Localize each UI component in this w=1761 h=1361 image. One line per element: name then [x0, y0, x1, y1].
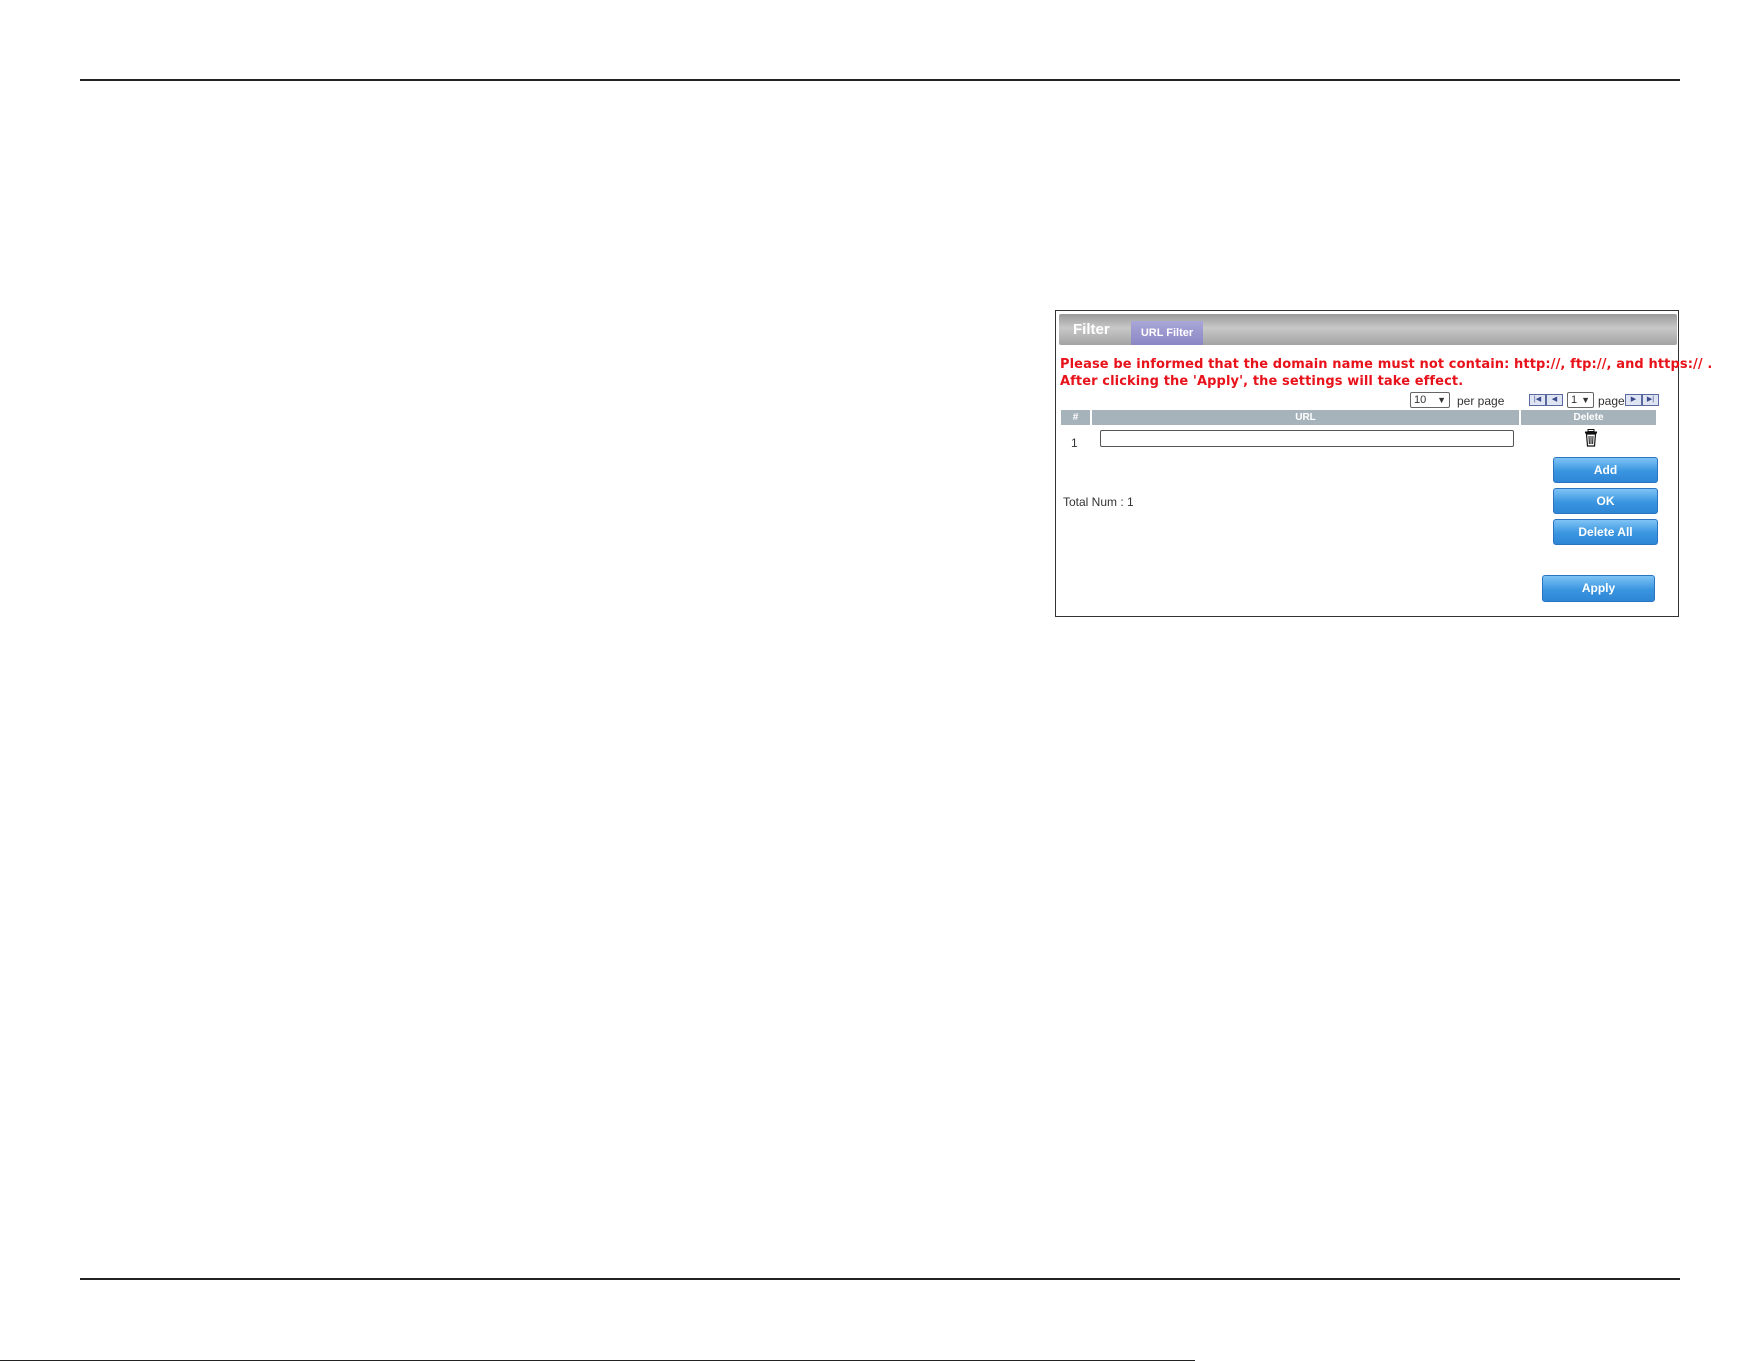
url-input[interactable] [1100, 430, 1514, 447]
apply-button[interactable]: Apply [1542, 575, 1655, 602]
panel-title: Filter [1073, 321, 1110, 338]
prev-page-icon[interactable]: ◀ [1546, 394, 1563, 406]
top-rule [80, 79, 1680, 81]
pager: 10 ▼ per page |◀ ◀ 1 ▼ page ▶ ▶| [1056, 391, 1678, 409]
panel-header: Filter URL Filter [1059, 314, 1677, 345]
per-page-value: 10 [1414, 394, 1427, 406]
delete-all-button[interactable]: Delete All [1553, 519, 1658, 545]
chevron-down-icon: ▼ [1437, 395, 1446, 405]
last-page-icon[interactable]: ▶| [1642, 394, 1659, 406]
per-page-select[interactable]: 10 ▼ [1410, 392, 1450, 408]
next-page-icon[interactable]: ▶ [1625, 394, 1642, 406]
column-header-url: URL [1092, 410, 1519, 425]
total-label: Total Num : [1063, 495, 1124, 509]
tab-url-filter[interactable]: URL Filter [1131, 321, 1203, 345]
total-value: 1 [1127, 495, 1134, 509]
trash-icon[interactable] [1584, 429, 1598, 447]
row-number: 1 [1071, 436, 1078, 450]
column-header-number: # [1061, 410, 1090, 425]
url-filter-panel: Filter URL Filter Please be informed tha… [1055, 310, 1712, 617]
bottom-rule [80, 1278, 1680, 1280]
page-value: 1 [1571, 394, 1578, 406]
add-button[interactable]: Add [1553, 457, 1658, 483]
column-header-delete: Delete [1521, 410, 1656, 425]
notice-line-2: After clicking the 'Apply', the settings… [1060, 374, 1464, 389]
page-select[interactable]: 1 ▼ [1567, 392, 1594, 408]
per-page-label: per page [1457, 394, 1505, 408]
first-page-icon[interactable]: |◀ [1529, 394, 1546, 406]
chevron-down-icon: ▼ [1581, 395, 1590, 405]
ok-button[interactable]: OK [1553, 488, 1658, 514]
notice-line-1: Please be informed that the domain name … [1060, 357, 1713, 372]
total-count: Total Num : 1 [1063, 495, 1134, 509]
page-label: page [1598, 394, 1625, 408]
